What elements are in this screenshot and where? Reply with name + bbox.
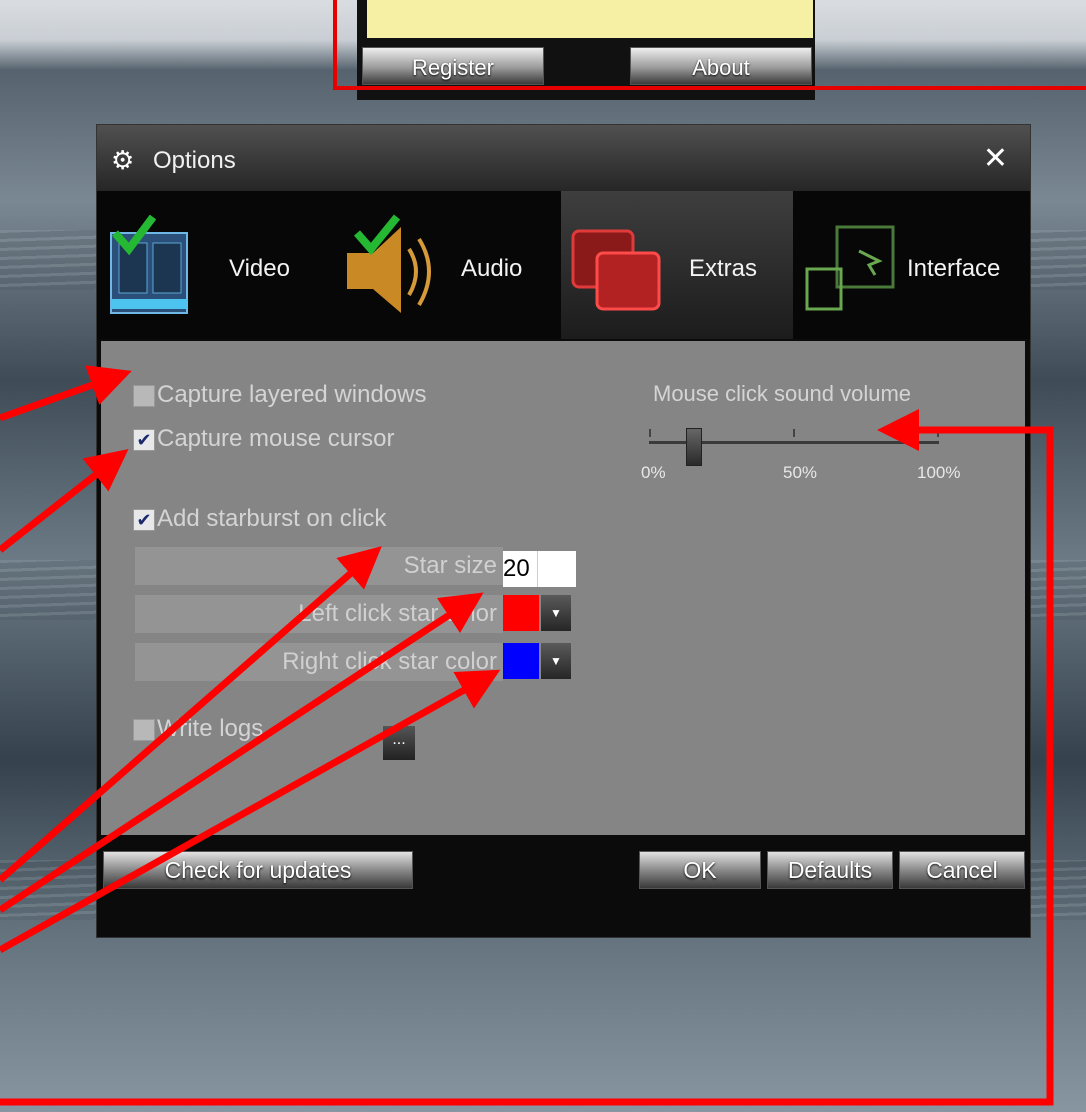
annotation-arrows xyxy=(0,365,1054,1106)
annotation-overlay xyxy=(0,365,1054,1106)
